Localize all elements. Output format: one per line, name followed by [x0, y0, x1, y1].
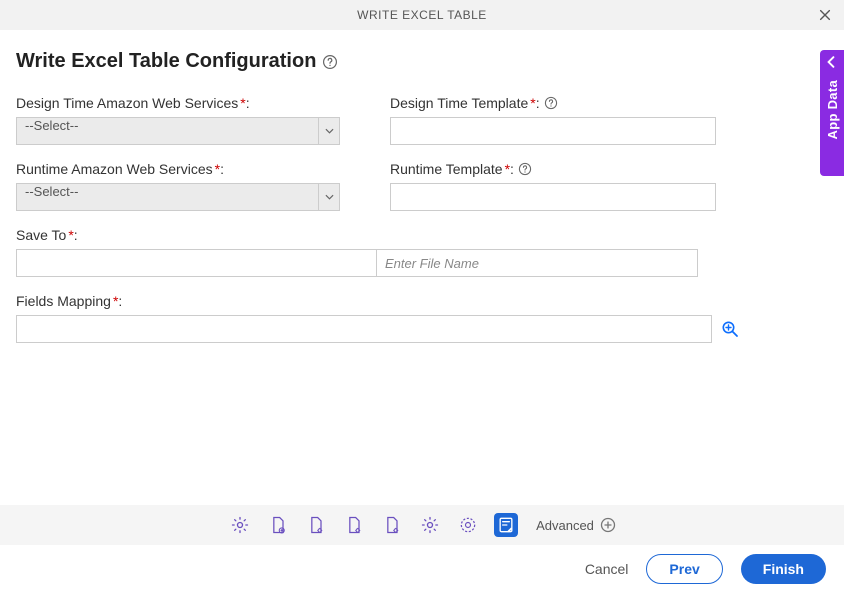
design-time-template-input[interactable]	[390, 117, 716, 145]
runtime-template-input[interactable]	[390, 183, 716, 211]
design-time-template-label: Design Time Template	[390, 95, 528, 111]
chevron-left-icon	[825, 56, 839, 70]
cancel-button[interactable]: Cancel	[585, 561, 629, 577]
window-title: WRITE EXCEL TABLE	[357, 8, 487, 22]
fields-mapping-input[interactable]	[16, 315, 712, 343]
file-add-icon[interactable]	[266, 513, 290, 537]
footer: Cancel Prev Finish	[0, 545, 844, 593]
runtime-aws-select[interactable]: --Select--	[16, 183, 340, 211]
page-title: Write Excel Table Configuration	[16, 50, 316, 73]
save-to-label: Save To	[16, 227, 66, 243]
close-icon[interactable]	[816, 6, 834, 24]
form-edit-icon[interactable]	[494, 513, 518, 537]
plus-circle-icon	[600, 517, 616, 533]
save-to-path-input[interactable]	[16, 249, 376, 277]
fields-mapping-label: Fields Mapping	[16, 293, 111, 309]
design-time-aws-label: Design Time Amazon Web Services	[16, 95, 238, 111]
design-time-aws-select[interactable]: --Select--	[16, 117, 340, 145]
file-config-icon[interactable]	[342, 513, 366, 537]
runtime-template-label: Runtime Template	[390, 161, 503, 177]
mapping-lookup-icon[interactable]	[720, 319, 740, 339]
advanced-toggle[interactable]: Advanced	[536, 517, 616, 533]
help-icon[interactable]	[518, 162, 532, 176]
help-icon[interactable]	[544, 96, 558, 110]
advanced-label: Advanced	[536, 518, 594, 533]
gear-icon[interactable]	[418, 513, 442, 537]
titlebar: WRITE EXCEL TABLE	[0, 0, 844, 30]
file-settings-icon[interactable]	[380, 513, 404, 537]
help-icon[interactable]	[322, 54, 338, 70]
file-gear-icon[interactable]	[304, 513, 328, 537]
wizard-nav: Advanced	[0, 505, 844, 545]
prev-button[interactable]: Prev	[646, 554, 722, 584]
gear-outline-icon[interactable]	[456, 513, 480, 537]
finish-button[interactable]: Finish	[741, 554, 826, 584]
app-data-panel-toggle[interactable]: App Data	[820, 50, 844, 176]
runtime-aws-label: Runtime Amazon Web Services	[16, 161, 213, 177]
gear-icon[interactable]	[228, 513, 252, 537]
app-data-panel-label: App Data	[825, 80, 840, 139]
save-to-filename-input[interactable]	[376, 249, 698, 277]
